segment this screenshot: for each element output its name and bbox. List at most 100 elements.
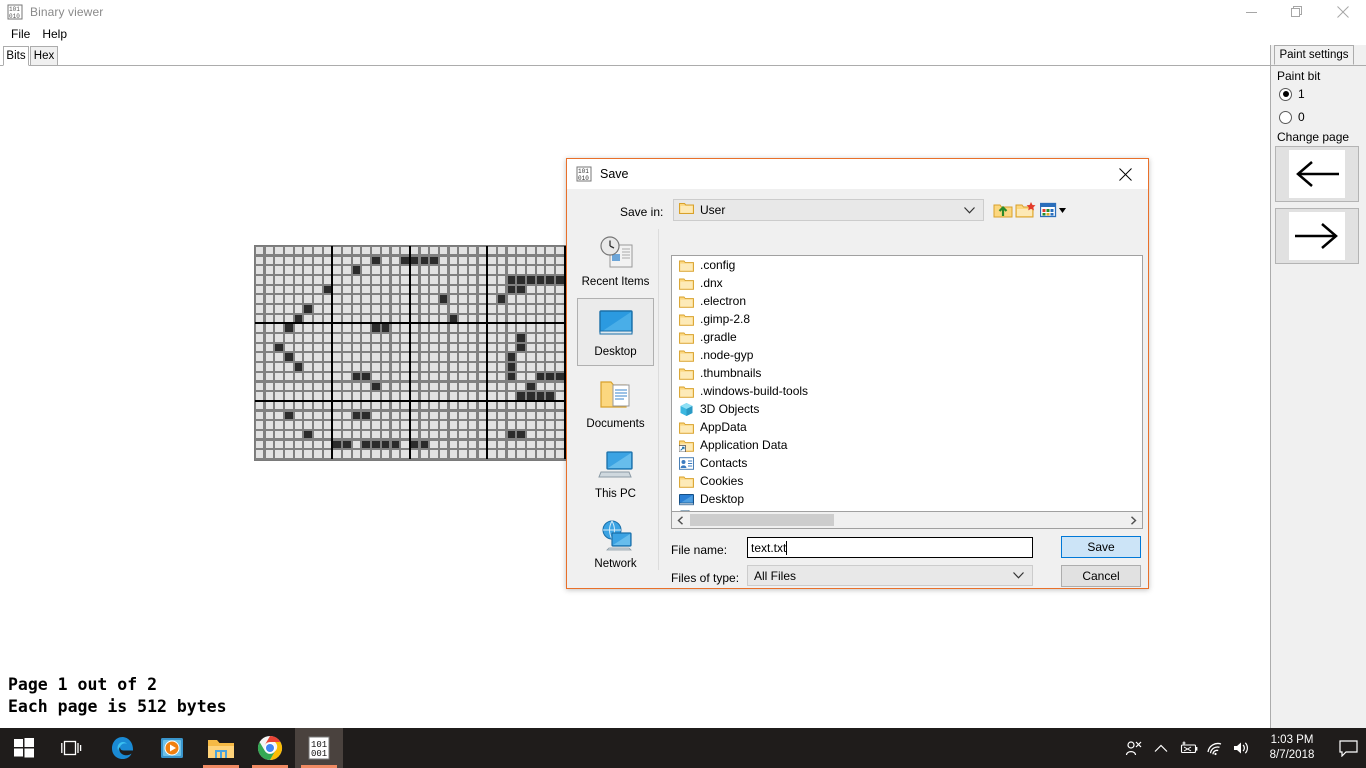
bit-cell[interactable] <box>527 276 535 284</box>
bit-cell[interactable] <box>275 440 283 449</box>
bit-cell[interactable] <box>536 353 545 361</box>
bit-cell[interactable] <box>265 324 274 332</box>
bit-cell[interactable] <box>536 266 545 274</box>
bit-cell[interactable] <box>430 372 438 381</box>
bit-cell[interactable] <box>275 450 283 458</box>
bit-cell[interactable] <box>314 324 322 332</box>
bit-cell[interactable] <box>285 401 293 410</box>
bit-cell[interactable] <box>488 285 496 294</box>
bit-cell[interactable] <box>556 392 564 400</box>
bit-cell[interactable] <box>556 334 564 342</box>
bit-cell[interactable] <box>323 440 332 449</box>
bit-cell[interactable] <box>430 247 438 255</box>
bit-cell[interactable] <box>343 382 351 390</box>
next-page-button[interactable] <box>1275 208 1359 264</box>
bit-cell[interactable] <box>304 247 312 255</box>
bit-cell[interactable] <box>410 295 419 303</box>
chevron-left-icon[interactable] <box>672 513 689 528</box>
bit-cell[interactable] <box>556 411 564 420</box>
bit-cell[interactable] <box>410 430 419 439</box>
bit-cell[interactable] <box>333 266 341 274</box>
bit-cell[interactable] <box>401 450 409 458</box>
bit-cell[interactable] <box>459 372 467 381</box>
bit-cell[interactable] <box>468 401 477 410</box>
bit-cell[interactable] <box>285 256 293 265</box>
clock[interactable]: 1:03 PM 8/7/2018 <box>1254 728 1330 768</box>
bit-cell[interactable] <box>314 247 322 255</box>
bit-cell[interactable] <box>449 305 458 313</box>
bit-cell[interactable] <box>333 430 341 439</box>
bit-cell[interactable] <box>304 305 312 313</box>
bit-cell[interactable] <box>265 430 274 439</box>
bit-cell[interactable] <box>536 314 545 323</box>
bit-cell[interactable] <box>323 343 332 352</box>
bit-cell[interactable] <box>430 285 438 294</box>
bit-cell[interactable] <box>410 450 419 458</box>
bit-cell[interactable] <box>507 343 516 352</box>
bit-cell[interactable] <box>343 450 351 458</box>
bit-cell[interactable] <box>285 285 293 294</box>
bit-cell[interactable] <box>304 266 312 274</box>
bit-cell[interactable] <box>498 343 506 352</box>
bit-cell[interactable] <box>285 334 293 342</box>
bit-cell[interactable] <box>498 450 506 458</box>
bit-cell[interactable] <box>468 285 477 294</box>
bit-cell[interactable] <box>498 363 506 371</box>
bit-cell[interactable] <box>294 363 303 371</box>
bit-cell[interactable] <box>410 353 419 361</box>
bit-cell[interactable] <box>381 314 390 323</box>
bit-cell[interactable] <box>459 247 467 255</box>
bit-cell[interactable] <box>507 314 516 323</box>
bit-cell[interactable] <box>275 421 283 429</box>
bit-cell[interactable] <box>256 372 264 381</box>
bit-cell[interactable] <box>517 314 525 323</box>
bit-cell[interactable] <box>304 324 312 332</box>
bit-cell[interactable] <box>507 421 516 429</box>
bit-cell[interactable] <box>430 430 438 439</box>
bit-cell[interactable] <box>527 295 535 303</box>
bit-cell[interactable] <box>498 392 506 400</box>
bit-cell[interactable] <box>488 276 496 284</box>
bit-cell[interactable] <box>256 401 264 410</box>
bit-cell[interactable] <box>294 372 303 381</box>
bit-cell[interactable] <box>294 256 303 265</box>
bit-cell[interactable] <box>343 276 351 284</box>
bit-cell[interactable] <box>507 285 516 294</box>
bit-cell[interactable] <box>256 440 264 449</box>
bit-cell[interactable] <box>323 295 332 303</box>
bit-cell[interactable] <box>488 382 496 390</box>
bit-cell[interactable] <box>275 430 283 439</box>
bit-cell[interactable] <box>265 285 274 294</box>
bit-cell[interactable] <box>439 363 448 371</box>
bit-cell[interactable] <box>498 430 506 439</box>
bit-cell[interactable] <box>372 430 380 439</box>
bit-cell[interactable] <box>304 285 312 294</box>
bit-cell[interactable] <box>546 295 554 303</box>
bit-cell[interactable] <box>256 450 264 458</box>
bit-cell[interactable] <box>362 363 370 371</box>
bit-cell[interactable] <box>401 343 409 352</box>
bit-cell[interactable] <box>478 324 487 332</box>
bit-cell[interactable] <box>498 314 506 323</box>
bit-cell[interactable] <box>352 363 361 371</box>
bit-cell[interactable] <box>352 256 361 265</box>
bit-cell[interactable] <box>556 363 564 371</box>
bit-cell[interactable] <box>401 314 409 323</box>
bit-cell[interactable] <box>362 324 370 332</box>
bit-cell[interactable] <box>265 314 274 323</box>
bit-cell[interactable] <box>449 450 458 458</box>
bit-cell[interactable] <box>536 285 545 294</box>
bit-cell[interactable] <box>488 392 496 400</box>
bit-cell[interactable] <box>439 440 448 449</box>
bit-cell[interactable] <box>314 256 322 265</box>
bit-cell[interactable] <box>468 392 477 400</box>
bit-cell[interactable] <box>517 392 525 400</box>
bit-cell[interactable] <box>314 343 322 352</box>
bit-cell[interactable] <box>420 382 429 390</box>
bit-cell[interactable] <box>275 266 283 274</box>
bit-cell[interactable] <box>333 421 341 429</box>
bit-cell[interactable] <box>507 353 516 361</box>
bit-cell[interactable] <box>285 266 293 274</box>
bit-cell[interactable] <box>265 295 274 303</box>
bit-cell[interactable] <box>352 276 361 284</box>
